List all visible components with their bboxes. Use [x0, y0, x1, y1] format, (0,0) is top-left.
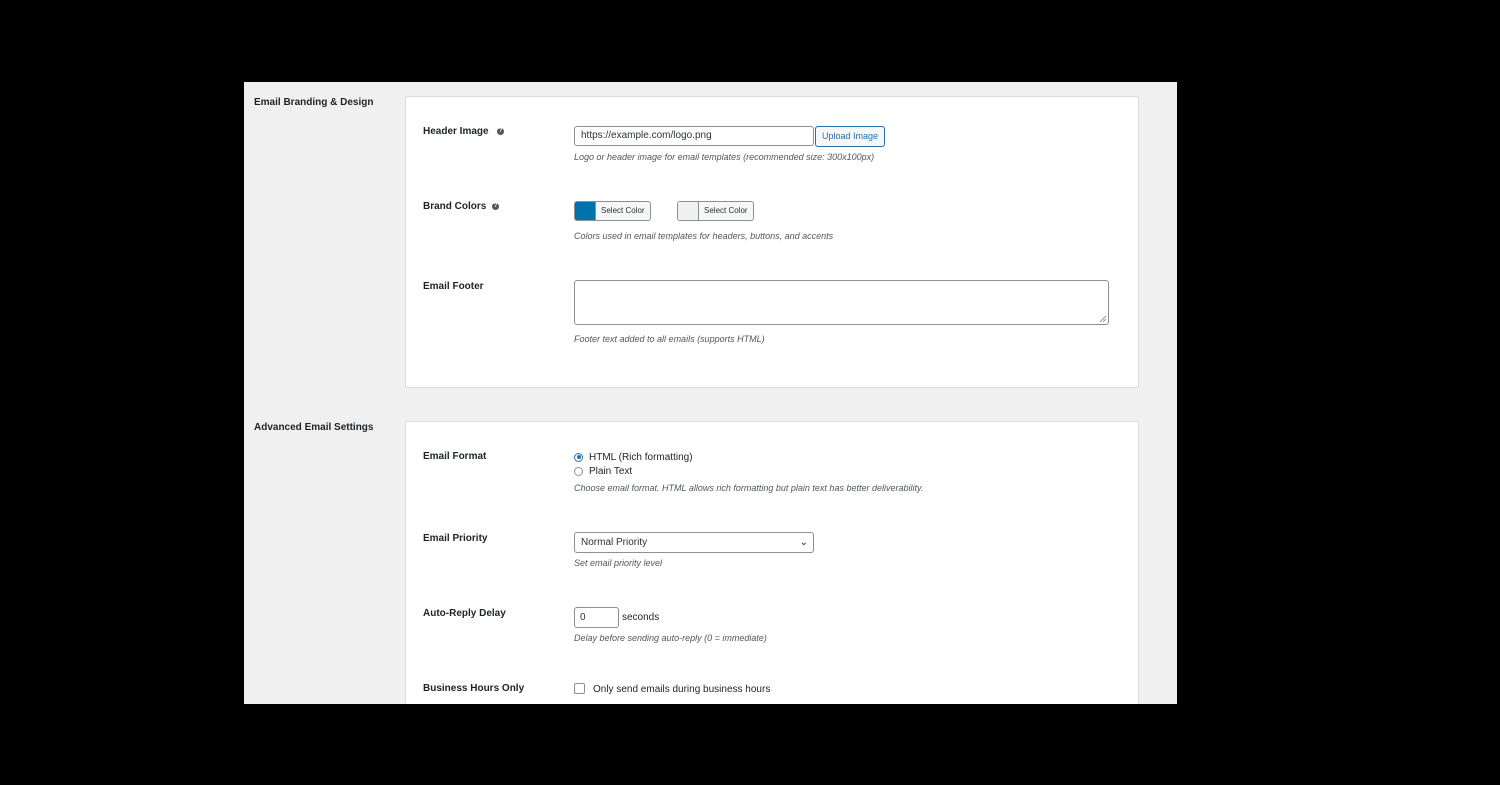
section-title-branding: Email Branding & Design — [254, 97, 374, 108]
radio-plain[interactable] — [574, 466, 583, 476]
question-circle-icon[interactable]: ? — [497, 128, 504, 135]
primary-color-picker[interactable]: Select Color — [574, 201, 651, 221]
branding-panel: Header Image ? https://example.com/logo.… — [405, 96, 1139, 388]
auto-reply-delay-label: Auto-Reply Delay — [423, 608, 506, 619]
email-footer-description: Footer text added to all emails (support… — [574, 334, 765, 344]
select-color-label: Select Color — [704, 206, 748, 215]
settings-page: Email Branding & Design Header Image ? h… — [244, 82, 1177, 704]
secondary-color-picker[interactable]: Select Color — [677, 201, 754, 221]
auto-reply-delay-input[interactable]: 0 — [574, 607, 619, 628]
header-image-label: Header Image — [423, 126, 489, 137]
business-hours-label: Business Hours Only — [423, 683, 525, 694]
resize-grip-icon[interactable] — [1100, 316, 1106, 322]
auto-reply-unit: seconds — [622, 612, 660, 623]
business-hours-checkbox[interactable] — [574, 683, 585, 694]
brand-colors-label: Brand Colors — [423, 201, 487, 212]
question-circle-icon[interactable]: ? — [492, 203, 499, 210]
brand-colors-description: Colors used in email templates for heade… — [574, 231, 834, 241]
primary-color-swatch — [575, 202, 596, 220]
secondary-color-swatch — [678, 202, 699, 220]
business-hours-checkbox-label[interactable]: Only send emails during business hours — [593, 684, 770, 695]
email-format-description: Choose email format. HTML allows rich fo… — [574, 483, 924, 493]
email-footer-textarea[interactable] — [574, 280, 1109, 325]
radio-plain-option[interactable]: Plain Text — [574, 465, 632, 477]
email-footer-label: Email Footer — [423, 281, 484, 292]
select-color-label: Select Color — [601, 206, 645, 215]
advanced-panel: Email Format HTML (Rich formatting) Plai… — [405, 421, 1139, 704]
header-image-description: Logo or header image for email templates… — [574, 152, 875, 162]
radio-html-option[interactable]: HTML (Rich formatting) — [574, 451, 693, 463]
email-priority-select[interactable]: Normal Priority ⌄ — [574, 532, 814, 553]
auto-reply-description: Delay before sending auto-reply (0 = imm… — [574, 633, 767, 643]
email-priority-description: Set email priority level — [574, 558, 663, 568]
chevron-down-icon: ⌄ — [799, 537, 808, 548]
header-image-url-input[interactable]: https://example.com/logo.png — [574, 126, 814, 146]
email-priority-value: Normal Priority — [581, 537, 648, 548]
radio-html-label: HTML (Rich formatting) — [589, 451, 693, 463]
email-format-label: Email Format — [423, 451, 487, 462]
section-title-advanced: Advanced Email Settings — [254, 422, 374, 433]
email-priority-label: Email Priority — [423, 533, 488, 544]
radio-plain-label: Plain Text — [589, 465, 633, 477]
upload-image-button[interactable]: Upload Image — [815, 126, 886, 147]
radio-html[interactable] — [574, 452, 583, 462]
